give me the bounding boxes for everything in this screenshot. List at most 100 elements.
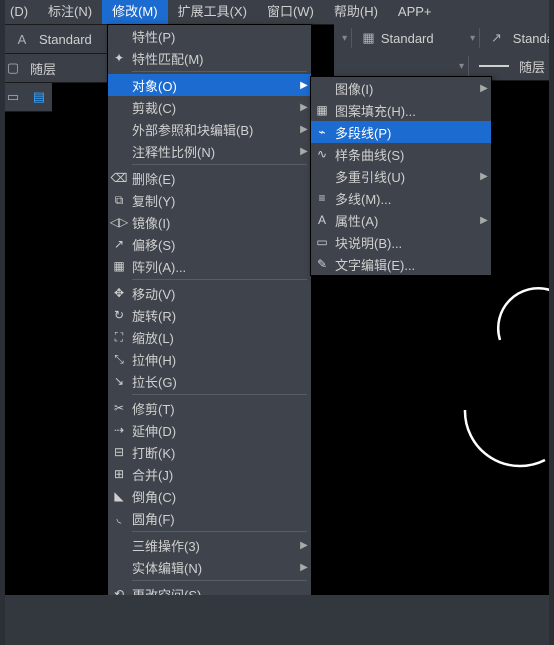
modify-item-27-label: 三维操作(3) [130,536,297,555]
menu-d[interactable]: (D) [0,0,38,24]
lineweight-selector[interactable]: 随层 [519,57,545,76]
object-item-7-label: 块说明(B)... [333,233,477,252]
submenu-arrow-icon: ▶ [297,540,311,551]
object-item-0[interactable]: 图像(I)▶ [311,77,491,99]
mleader-icon[interactable]: ↗ [486,27,507,49]
object-item-2[interactable]: ⌁多段线(P) [311,121,491,143]
modify-item-23[interactable]: ⊞合并(J) [108,463,311,485]
modify-item-1-label: 特性匹配(M) [130,49,297,68]
modify-item-28-label: 实体编辑(N) [130,558,297,577]
modify-item-18-label: 拉长(G) [130,372,297,391]
modify-item-12[interactable]: ▦阵列(A)... [108,255,311,277]
modify-item-14-label: 移动(V) [130,284,297,303]
modify-item-9[interactable]: ⧉复制(Y) [108,189,311,211]
object-item-0-label: 图像(I) [333,79,477,98]
modify-item-25-label: 圆角(F) [130,509,297,528]
menu-help[interactable]: 帮助(H) [324,0,388,24]
modify-item-12-icon: ▦ [108,259,130,273]
canvas-arc-1 [490,280,554,350]
modify-item-17-label: 拉伸(H) [130,350,297,369]
modify-separator [132,279,307,280]
modify-item-23-label: 合并(J) [130,465,297,484]
modify-item-21[interactable]: ⇢延伸(D) [108,419,311,441]
modify-item-28[interactable]: 实体编辑(N)▶ [108,556,311,578]
modify-item-0[interactable]: 特性(P) [108,25,311,47]
modify-item-27[interactable]: 三维操作(3)▶ [108,534,311,556]
layer-swatch[interactable]: ▢ [2,57,24,79]
modify-item-16-label: 缩放(L) [130,328,297,347]
object-item-3-label: 样条曲线(S) [333,145,477,164]
modify-item-11-label: 偏移(S) [130,235,297,254]
modify-item-24-label: 倒角(C) [130,487,297,506]
object-item-4[interactable]: 多重引线(U)▶ [311,165,491,187]
object-item-8-label: 文字编辑(E)... [333,255,477,274]
submenu-arrow-icon: ▶ [297,124,311,135]
modify-item-10-label: 镜像(I) [130,213,297,232]
menu-appplus[interactable]: APP+ [388,0,442,24]
modify-item-22[interactable]: ⊟打断(K) [108,441,311,463]
style-drop-arrow[interactable] [334,27,347,49]
canvas-arc-2 [460,400,550,480]
object-item-3[interactable]: ∿样条曲线(S) [311,143,491,165]
object-item-5-icon: ≡ [311,191,333,205]
modify-item-5-label: 外部参照和块编辑(B) [130,120,297,139]
submenu-arrow-icon: ▶ [477,215,491,226]
modify-item-24-icon: ◣ [108,489,130,503]
object-item-8[interactable]: ✎文字编辑(E)... [311,253,491,275]
object-item-1[interactable]: ▦图案填充(H)... [311,99,491,121]
toolbar-2: ▢ 随层 [0,54,120,83]
modify-item-10[interactable]: ◁▷镜像(I) [108,211,311,233]
standard-selector[interactable]: Standard [381,27,475,49]
layer-selector[interactable]: 随层 [30,59,56,78]
object-item-1-icon: ▦ [311,103,333,117]
modify-item-8[interactable]: ⌫删除(E) [108,167,311,189]
modify-item-4[interactable]: 剪裁(C)▶ [108,96,311,118]
menu-window[interactable]: 窗口(W) [257,0,324,24]
modify-item-5[interactable]: 外部参照和块编辑(B)▶ [108,118,311,140]
modify-item-6[interactable]: 注释性比例(N)▶ [108,140,311,162]
modify-item-20-icon: ✂ [108,401,130,415]
modify-item-25[interactable]: ◟圆角(F) [108,507,311,529]
modify-item-0-label: 特性(P) [130,27,297,46]
object-item-6[interactable]: A属性(A)▶ [311,209,491,231]
modify-separator [132,531,307,532]
standard-selector-2[interactable]: Standa [513,31,554,46]
object-item-6-label: 属性(A) [333,211,477,230]
modify-item-14[interactable]: ✥移动(V) [108,282,311,304]
modify-item-16-icon: ⛶ [108,330,130,345]
grid-icon[interactable]: ▦ [358,27,379,49]
modify-item-3[interactable]: 对象(O)▶ [108,74,311,96]
modify-item-9-label: 复制(Y) [130,191,297,210]
object-item-5[interactable]: ≡多线(M)... [311,187,491,209]
modify-item-16[interactable]: ⛶缩放(L) [108,326,311,348]
object-item-7[interactable]: ▭块说明(B)... [311,231,491,253]
modify-item-11[interactable]: ↗偏移(S) [108,233,311,255]
modify-item-21-icon: ⇢ [108,423,130,437]
modify-item-1[interactable]: ✦特性匹配(M) [108,47,311,69]
linetype-drop[interactable] [334,55,464,77]
modify-item-22-label: 打断(K) [130,443,297,462]
tool-icon-b[interactable]: ▤ [28,86,50,108]
menu-extensions[interactable]: 扩展工具(X) [168,0,257,24]
object-submenu: 图像(I)▶▦图案填充(H)...⌁多段线(P)∿样条曲线(S)多重引线(U)▶… [310,76,492,276]
style-selector[interactable]: Standard [39,32,92,47]
modify-item-17-icon: ⤡ [108,352,130,367]
modify-item-18[interactable]: ↘拉长(G) [108,370,311,392]
modify-item-15-icon: ↻ [108,308,130,322]
modify-separator [132,164,307,165]
menu-modify[interactable]: 修改(M) [102,0,168,24]
modify-item-24[interactable]: ◣倒角(C) [108,485,311,507]
modify-item-10-icon: ◁▷ [108,215,130,229]
modify-item-15[interactable]: ↻旋转(R) [108,304,311,326]
modify-item-17[interactable]: ⤡拉伸(H) [108,348,311,370]
submenu-arrow-icon: ▶ [297,102,311,113]
tool-icon-a[interactable]: ▭ [2,86,24,108]
menu-annotate[interactable]: 标注(N) [38,0,102,24]
lineweight-preview-icon [479,65,509,67]
modify-item-12-label: 阵列(A)... [130,257,297,276]
modify-item-20-label: 修剪(T) [130,399,297,418]
style-icon[interactable]: A [11,28,33,50]
modify-item-8-icon: ⌫ [108,171,130,185]
modify-item-20[interactable]: ✂修剪(T) [108,397,311,419]
object-item-2-label: 多段线(P) [333,123,477,142]
